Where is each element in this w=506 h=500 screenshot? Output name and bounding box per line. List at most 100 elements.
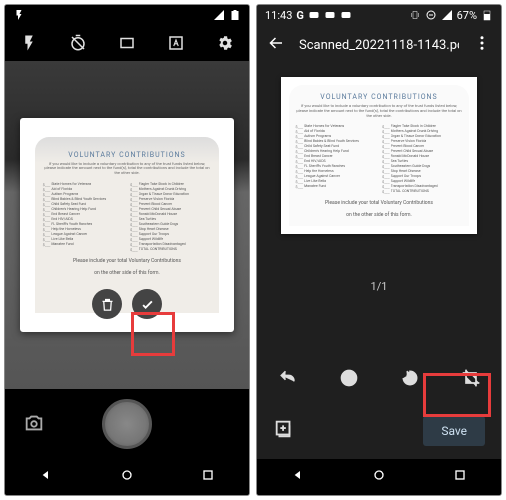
nav-home-icon[interactable] (119, 467, 135, 487)
more-button[interactable] (473, 34, 491, 56)
list-item: League Against Cancer (43, 232, 124, 236)
doc-footer1: Please include your total Voluntary Cont… (295, 200, 462, 206)
battery-pct: 67% (457, 9, 477, 22)
list-item: Manatee Fund (295, 184, 376, 188)
list-item: FL Sheriffs Youth Ranches (43, 222, 124, 226)
status-time: 11:43 (265, 9, 292, 22)
bottom-action-bar: Save (257, 403, 501, 459)
youtube-icon (324, 9, 336, 21)
doc-title: VOLUNTARY CONTRIBUTIONS (43, 151, 212, 159)
list-item: TOTAL CONTRIBUTIONS (382, 189, 463, 193)
list-item: Transportation Disadvantaged (130, 242, 211, 246)
list-item: TOTAL CONTRIBUTIONS (130, 247, 211, 251)
page-indicator: 1/1 (371, 280, 388, 293)
nav-home-icon[interactable] (371, 467, 387, 487)
list-item: Live Like Bella (43, 237, 124, 241)
phone-right-scanner: 11:43 G 67% Scanned_20221118-1143.pdf (256, 4, 502, 496)
list-item: Preserve Vision Florida (130, 197, 211, 201)
list-item: Aid of Florida (295, 129, 376, 133)
camera-viewport: VOLUNTARY CONTRIBUTIONS If you would lik… (5, 61, 249, 389)
doc-footer1: Please include your total Voluntary Cont… (43, 258, 212, 264)
doc-intro: If you would like to include a voluntary… (295, 104, 462, 118)
list-item: Child Safety Seat Fund (43, 202, 124, 206)
list-item: State Homes for Veterans (43, 182, 124, 186)
scan-preview: VOLUNTARY CONTRIBUTIONS If you would lik… (20, 118, 235, 333)
list-item: Support Our Troops (382, 174, 463, 178)
scanned-page[interactable]: VOLUNTARY CONTRIBUTIONS If you would lik… (281, 77, 476, 234)
list-item: Ronald McDonald House (130, 212, 211, 216)
list-item: State Homes for Veterans (295, 124, 376, 128)
camera-switch-icon[interactable] (23, 412, 47, 436)
list-item: Help the Homeless (295, 169, 376, 173)
list-item: Mothers Against Drunk Driving (130, 187, 211, 191)
list-item: Support Wildlife (382, 179, 463, 183)
list-item: Manatee Fund (43, 242, 124, 246)
doc-title: VOLUNTARY CONTRIBUTIONS (295, 93, 462, 101)
list-item: Live Like Bella (295, 179, 376, 183)
list-item: Ronald McDonald House (382, 154, 463, 158)
nav-bar (5, 459, 249, 495)
nav-bar (257, 459, 501, 495)
battery-icon (481, 9, 493, 21)
scan-body: VOLUNTARY CONTRIBUTIONS If you would lik… (257, 65, 501, 357)
camera-top-controls (5, 25, 249, 61)
phone-left-camera: VOLUNTARY CONTRIBUTIONS If you would lik… (4, 4, 250, 496)
nav-back-icon[interactable] (290, 467, 306, 487)
list-item: Flagler Take Stock in Children (382, 124, 463, 128)
status-bar: 11:43 G 67% (257, 5, 501, 25)
status-bar (5, 5, 249, 25)
list-item: Flagler Take Stock in Children (130, 182, 211, 186)
battery-icon (229, 9, 241, 21)
dnd-icon (425, 9, 437, 21)
back-button[interactable] (267, 34, 285, 56)
save-button[interactable]: Save (423, 416, 485, 446)
nav-back-icon[interactable] (38, 467, 54, 487)
list-item: Transportation Disadvantaged (382, 184, 463, 188)
nav-recents-icon[interactable] (452, 467, 468, 487)
list-item: Support Our Troops (130, 232, 211, 236)
aspect-icon[interactable] (117, 33, 137, 53)
list-item: Autism Programs (43, 192, 124, 196)
range-icon (13, 9, 25, 21)
auto-mode-icon[interactable] (166, 33, 186, 53)
doc-intro: If you would like to include a voluntary… (43, 162, 212, 176)
list-item: Organ & Tissue Donor Education (130, 192, 211, 196)
timer-off-icon[interactable] (68, 33, 88, 53)
check-icon (140, 297, 155, 312)
confirm-button[interactable] (132, 289, 162, 319)
rotate-button[interactable] (400, 368, 420, 392)
list-item: Sea Turtles (130, 217, 211, 221)
list-item: Prevent Blood Cancer (130, 202, 211, 206)
list-item: Aid of Florida (43, 187, 124, 191)
palette-button[interactable] (339, 368, 359, 392)
list-item: Mothers Against Drunk Driving (382, 129, 463, 133)
list-item: Sea Turtles (382, 159, 463, 163)
google-icon: G (296, 9, 304, 22)
list-item: Children's Hearing Help Fund (295, 149, 376, 153)
signal-icon (441, 9, 453, 21)
list-item: End HIV/AIDS (43, 217, 124, 221)
undo-button[interactable] (278, 368, 298, 392)
youtube-icon (308, 9, 320, 21)
list-item: Blind Babies & Blind Youth Services (43, 197, 124, 201)
shutter-button[interactable] (102, 399, 152, 449)
list-item: Stop Heart Disease (130, 227, 211, 231)
trash-icon (100, 297, 115, 312)
list-item: Child Safety Seat Fund (295, 144, 376, 148)
add-page-button[interactable] (273, 418, 295, 444)
list-item: Support Wildlife (130, 237, 211, 241)
list-item: Southeastern Guide Dogs (130, 222, 211, 226)
document-title[interactable]: Scanned_20221118-1143.pdf (299, 38, 459, 53)
list-item: Children's Hearing Help Fund (43, 207, 124, 211)
list-item: Preserve Vision Florida (382, 139, 463, 143)
nav-recents-icon[interactable] (200, 467, 216, 487)
crop-button[interactable] (461, 368, 481, 392)
flash-icon[interactable] (19, 33, 39, 53)
list-item: End HIV/AIDS (295, 159, 376, 163)
delete-button[interactable] (92, 289, 122, 319)
app-bar: Scanned_20221118-1143.pdf (257, 25, 501, 65)
edit-toolbar (257, 357, 501, 403)
doc-footer2: on the other side of this form. (295, 212, 462, 218)
list-item: Stop Heart Disease (382, 169, 463, 173)
settings-icon[interactable] (215, 33, 235, 53)
